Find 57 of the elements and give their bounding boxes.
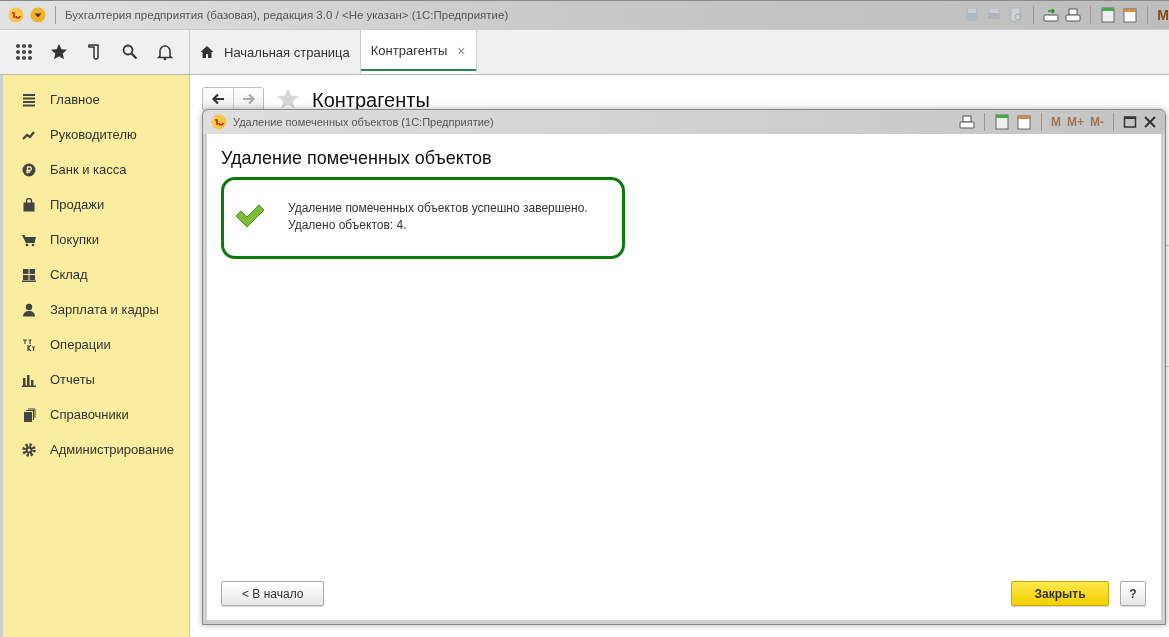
sidebar-item[interactable]: Зарплата и кадры [3, 292, 189, 327]
tray-icon[interactable] [1065, 7, 1082, 23]
memory-key[interactable]: M [1157, 7, 1169, 23]
sidebar-item[interactable]: Покупки [3, 222, 189, 257]
star-icon[interactable] [50, 43, 69, 61]
help-button[interactable]: ? [1120, 581, 1146, 606]
sidebar-item[interactable]: Справочники [3, 397, 189, 432]
calculator-icon[interactable] [1100, 7, 1117, 23]
calendar-icon[interactable] [1122, 7, 1139, 23]
tab-label: Контрагенты [370, 43, 448, 58]
maximize-icon[interactable] [1123, 115, 1137, 129]
dialog-title: Удаление помеченных объектов (1С:Предприятие) [233, 116, 494, 128]
close-icon[interactable] [1143, 115, 1157, 129]
tab-label: Начальная страница [224, 44, 350, 60]
back-to-start-button[interactable]: < В начало [221, 581, 325, 606]
sidebar-item[interactable]: Отчеты [3, 362, 189, 397]
calculator-icon[interactable] [994, 114, 1010, 130]
page-title: Контрагенты [312, 89, 430, 112]
dialog-heading: Удаление помеченных объектов [221, 148, 493, 169]
sidebar-item[interactable]: Склад [3, 257, 189, 292]
person-icon [22, 302, 36, 317]
sidebar-item[interactable]: Руководителю [3, 117, 189, 152]
debit-credit-icon [22, 337, 36, 352]
bar-chart-icon [22, 372, 36, 387]
cart-icon [22, 232, 36, 247]
sidebar-item[interactable]: Банк и касса [3, 152, 189, 187]
result-message: Удалено объектов: 4. [288, 217, 408, 234]
books-icon [22, 407, 36, 422]
list-icon [22, 92, 36, 107]
import-icon[interactable] [1043, 7, 1060, 23]
logo-icon[interactable] [8, 7, 24, 23]
tray-icon[interactable] [959, 114, 975, 130]
checkmark-icon [234, 204, 266, 228]
sidebar-item[interactable]: Операции [3, 327, 189, 362]
home-icon [200, 45, 214, 59]
settings-icon [22, 442, 36, 457]
grid-icon [22, 267, 36, 282]
search-icon[interactable] [120, 43, 139, 61]
tab[interactable]: Контрагенты × [360, 30, 477, 74]
right-arrow-icon [241, 91, 256, 106]
window-title: Бухгалтерия предприятия (базовая), редакция 3.0 / <Не указан> (1С:Предприятие) [65, 9, 509, 21]
close-button[interactable]: Закрыть [1011, 581, 1109, 606]
sidebar-item[interactable]: Главное [3, 82, 189, 117]
result-message: Удаление помеченных объектов успешно завершено. [288, 200, 588, 217]
bell-icon[interactable] [156, 43, 175, 61]
sidebar-item[interactable]: Администрирование [3, 432, 189, 467]
tab[interactable]: Начальная страница [190, 30, 361, 74]
ruble-icon [22, 162, 36, 177]
left-arrow-icon [211, 91, 225, 106]
apps-icon[interactable] [14, 43, 33, 61]
calendar-icon[interactable] [1016, 114, 1032, 130]
bag-icon [22, 197, 36, 212]
logo-icon [211, 114, 227, 130]
sidebar-item[interactable]: Продажи [3, 187, 189, 222]
close-tab-button[interactable]: × [457, 42, 466, 59]
dropdown-icon[interactable] [30, 7, 46, 23]
star-icon[interactable] [276, 86, 300, 111]
